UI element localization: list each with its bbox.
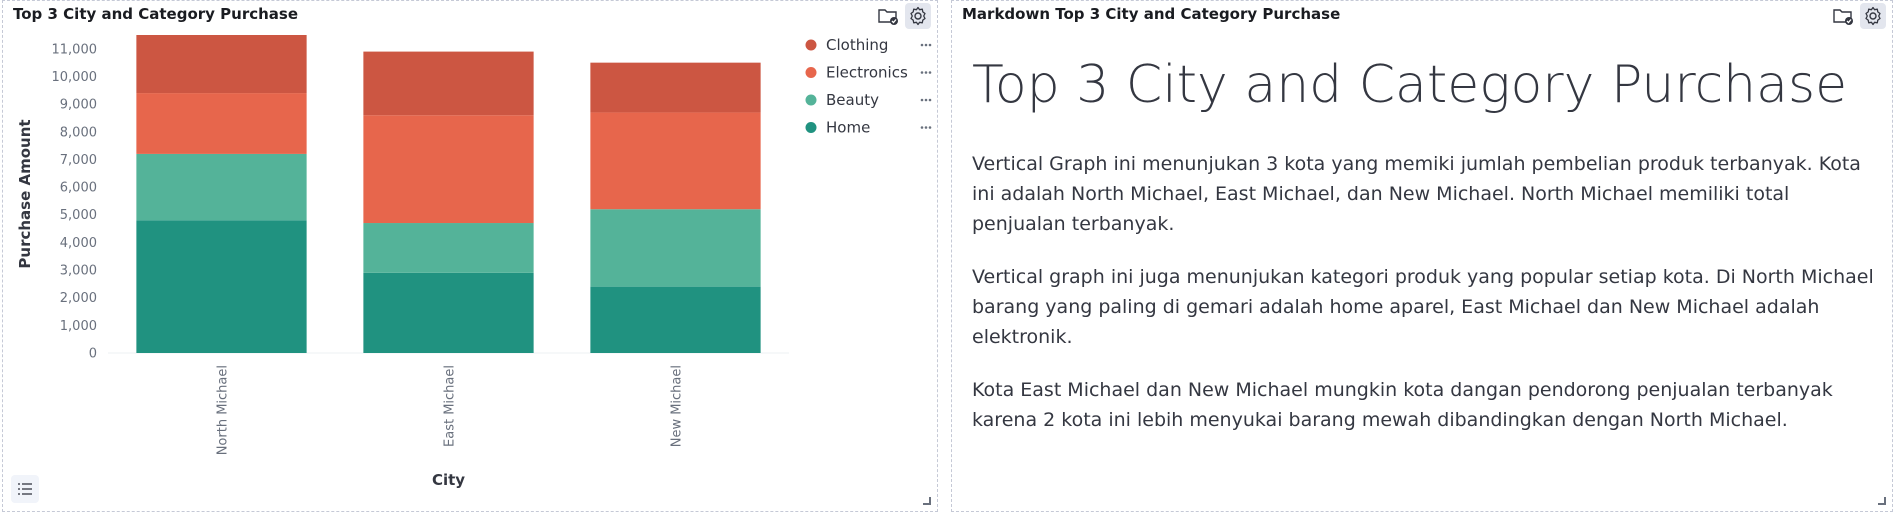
markdown-content: Top 3 City and Category Purchase Vertica… — [972, 51, 1877, 458]
legend-item-menu-dot[interactable] — [920, 98, 924, 102]
legend-swatch-home — [805, 122, 817, 133]
bar-beauty-1[interactable] — [136, 153, 307, 221]
y-tick-label: 3,000 — [60, 264, 97, 279]
legend-item-menu-dot[interactable] — [920, 126, 924, 129]
legend-item-menu-dot[interactable] — [928, 71, 932, 74]
y-tick-label: 1,000 — [60, 319, 97, 334]
legend-label-clothing[interactable]: Clothing — [826, 36, 888, 54]
bar-electronics-3[interactable] — [590, 112, 761, 210]
y-tick-label: 11,000 — [52, 42, 98, 57]
y-tick-label: 9,000 — [60, 98, 97, 113]
bar-clothing-3[interactable] — [590, 62, 761, 113]
markdown-resize-handle[interactable] — [1878, 497, 1886, 505]
markdown-paragraph-2: Vertical graph ini juga menunjukan kateg… — [972, 266, 1874, 348]
bar-beauty-2[interactable] — [363, 223, 534, 273]
bar-home-3[interactable] — [590, 286, 761, 353]
markdown-paragraph-3: Kota East Michael dan New Michael mungki… — [972, 379, 1833, 431]
markdown-panel-actions — [1830, 3, 1886, 29]
y-tick-label: 7,000 — [60, 153, 97, 168]
y-tick-label: 10,000 — [52, 70, 98, 85]
list-icon[interactable] — [11, 475, 39, 503]
legend-swatch-clothing — [805, 39, 817, 51]
gear-icon[interactable] — [1860, 3, 1886, 29]
markdown-panel-title: Markdown Top 3 City and Category Purchas… — [962, 5, 1341, 23]
legend-label-home[interactable]: Home — [826, 119, 870, 137]
folder-check-icon[interactable] — [1830, 3, 1856, 29]
bar-home-1[interactable] — [136, 220, 307, 353]
stacked-bar-chart: 0 1,000 2,000 3,000 4,000 5,000 6,000 7,000 8,00… — [16, 35, 932, 489]
legend-item-menu-dot[interactable] — [928, 98, 932, 102]
x-tick-label: North Michael — [216, 365, 231, 455]
y-axis-title: Purchase Amount — [16, 119, 34, 268]
legend-item-menu-dot[interactable] — [924, 126, 928, 129]
legend-item-menu-dot[interactable] — [928, 43, 932, 47]
y-tick-label: 5,000 — [60, 208, 97, 223]
legend-label-beauty[interactable]: Beauty — [826, 91, 879, 109]
y-tick-label: 2,000 — [60, 291, 97, 306]
chart-panel: Top 3 City and Category Purchase 0 1,000 2… — [2, 0, 938, 512]
bar-clothing-2[interactable] — [363, 51, 534, 116]
bar-electronics-1[interactable] — [136, 93, 307, 154]
markdown-heading: Top 3 City and Category Purchase — [972, 55, 1848, 115]
y-tick-label: 8,000 — [60, 125, 97, 140]
bar-beauty-3[interactable] — [590, 209, 761, 287]
legend-label-electronics[interactable]: Electronics — [826, 64, 908, 82]
chart-resize-handle[interactable] — [923, 497, 931, 505]
y-tick-label: 4,000 — [60, 236, 97, 251]
markdown-paragraph-1: Vertical Graph ini menunjukan 3 kota yan… — [972, 153, 1861, 235]
x-axis-title: City — [432, 471, 465, 489]
legend-item-menu-dot[interactable] — [920, 43, 924, 47]
y-tick-label: 6,000 — [60, 181, 97, 196]
legend-item-menu-dot[interactable] — [920, 71, 924, 74]
legend-item-menu-dot[interactable] — [928, 126, 932, 129]
legend-swatch-electronics — [805, 67, 817, 78]
bar-clothing-1[interactable] — [136, 35, 307, 94]
legend-item-menu-dot[interactable] — [924, 71, 928, 74]
bar-electronics-2[interactable] — [363, 115, 534, 224]
legend-item-menu-dot[interactable] — [924, 98, 928, 102]
y-tick-label: 0 — [89, 347, 97, 362]
bar-home-2[interactable] — [363, 272, 534, 353]
legend-swatch-beauty — [805, 94, 817, 106]
x-tick-label: East Michael — [443, 365, 458, 447]
markdown-panel: Markdown Top 3 City and Category Purchas… — [951, 0, 1893, 512]
x-tick-label: New Michael — [670, 365, 685, 447]
legend-item-menu-dot[interactable] — [924, 43, 928, 47]
